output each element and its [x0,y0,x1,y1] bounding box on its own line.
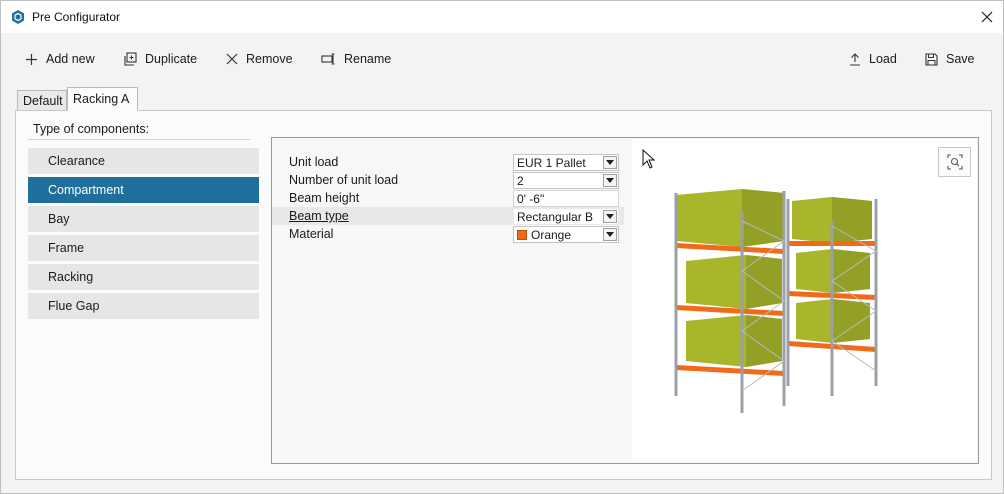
component-item-clearance[interactable]: Clearance [28,148,259,174]
dropdown-button[interactable] [603,174,617,187]
dropdown-button[interactable] [603,156,617,169]
chevron-down-icon [606,214,614,219]
components-title: Type of components: [33,122,150,136]
property-value: EUR 1 Pallet [517,155,586,170]
app-icon [10,9,26,25]
plus-icon [26,53,37,65]
load-button[interactable]: Load [845,45,901,73]
property-row-beam-height: Beam height 0' -6" [272,189,624,207]
tab-panel: Type of components: Clearance Compartmen… [15,110,992,480]
component-item-frame[interactable]: Frame [28,235,259,261]
property-value: 0' -6" [517,191,545,206]
chevron-down-icon [606,232,614,237]
save-button[interactable]: Save [921,45,979,73]
dropdown-button[interactable] [603,228,617,241]
component-list: Clearance Compartment Bay Frame Racking … [28,148,259,322]
chevron-down-icon [606,178,614,183]
properties-panel: Unit load EUR 1 Pallet Number of unit lo… [271,137,979,464]
save-label: Save [946,52,975,66]
component-item-flue-gap[interactable]: Flue Gap [28,293,259,319]
dropdown-button[interactable] [603,210,617,223]
beam-type-select[interactable]: Rectangular B [513,208,619,225]
property-row-unit-load: Unit load EUR 1 Pallet [272,153,624,171]
tab-racking-a[interactable]: Racking A [67,87,138,111]
zoom-icon [946,154,963,170]
duplicate-icon [124,52,137,66]
property-value: Rectangular B [517,209,594,224]
beam-height-input[interactable]: 0' -6" [513,190,619,207]
component-item-racking[interactable]: Racking [28,264,259,290]
upload-icon [850,52,860,66]
property-label: Beam type [289,209,349,223]
save-icon [925,52,938,66]
tab-label: Racking A [73,92,130,106]
add-new-label: Add new [46,52,95,66]
property-label: Number of unit load [289,173,399,187]
remove-icon [226,53,238,65]
remove-label: Remove [246,52,293,66]
unit-load-select[interactable]: EUR 1 Pallet [513,154,619,171]
color-swatch [517,229,527,240]
remove-button[interactable]: Remove [222,45,297,73]
rename-button[interactable]: Rename [317,45,395,73]
tab-default[interactable]: Default [17,90,67,111]
duplicate-button[interactable]: Duplicate [119,45,201,73]
component-item-compartment[interactable]: Compartment [28,177,259,203]
title-bar: Pre Configurator [1,1,1003,33]
property-value: 2 [517,173,524,188]
rename-label: Rename [344,52,392,66]
property-row-number-of-unit-load: Number of unit load 2 [272,171,624,189]
window-title: Pre Configurator [32,10,121,24]
property-row-beam-type: Beam type Rectangular B [272,207,624,225]
load-label: Load [869,52,897,66]
property-label: Material [289,227,334,241]
close-icon [981,11,993,23]
chevron-down-icon [606,160,614,165]
rename-icon [321,53,335,65]
property-label: Unit load [289,155,339,169]
racking-3d-model [674,189,878,413]
close-button[interactable] [971,1,1003,33]
component-item-bay[interactable]: Bay [28,206,259,232]
toolbar: Add new Duplicate Remove Rename Load Sav… [1,45,1003,73]
number-of-unit-load-select[interactable]: 2 [513,172,619,189]
divider [28,139,250,140]
tab-label: Default [23,94,63,108]
add-new-button[interactable]: Add new [21,45,99,73]
property-label: Beam height [289,191,360,205]
material-select[interactable]: Orange [513,226,619,243]
unit-load [676,189,784,367]
pre-configurator-window: Pre Configurator Add new Duplicate Remov… [0,0,1004,494]
3d-preview[interactable] [632,139,977,461]
property-row-material: Material Orange [272,225,624,243]
duplicate-label: Duplicate [145,52,198,66]
mouse-cursor-icon [642,149,656,169]
zoom-fit-button[interactable] [938,147,971,177]
